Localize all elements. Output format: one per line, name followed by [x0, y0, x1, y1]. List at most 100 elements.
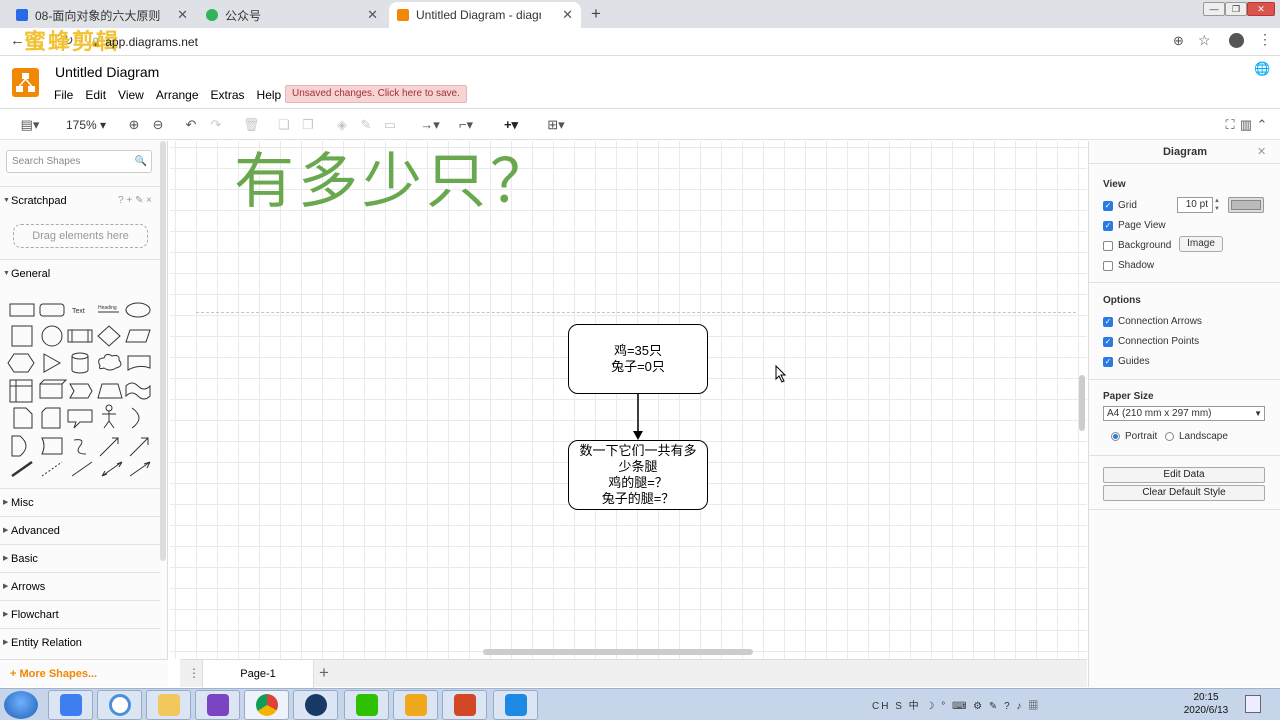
connection-style-icon[interactable]: →▾ [416, 116, 444, 134]
line-color-icon[interactable]: ✎ [358, 116, 374, 134]
close-icon[interactable]: ✕ [177, 7, 188, 23]
canvas-vertical-scrollbar[interactable] [1079, 375, 1085, 431]
taskbar-app-explorer[interactable] [146, 690, 191, 720]
zoom-in-icon[interactable]: ⊕ [126, 116, 142, 134]
general-shapes-grid[interactable]: Text Heading [6, 294, 156, 484]
taskbar-app-notebook[interactable] [393, 690, 438, 720]
flow-node-chicken-rabbit-count[interactable]: 鸡=35只 兔子=0只 [568, 324, 708, 394]
sidebar-section-entity-relation[interactable]: ▶ Entity Relation [0, 628, 160, 656]
menu-arrange[interactable]: Arrange [156, 88, 199, 102]
diagram-canvas[interactable]: 有多少只？ 鸡=35只 兔子=0只 数一下它们一共有多 少条腿 鸡的腿=？ 兔子… [170, 141, 1087, 659]
sidebar-section-advanced[interactable]: ▶ Advanced [0, 516, 160, 544]
taskbar-app-wechat[interactable] [344, 690, 389, 720]
language-globe-icon[interactable]: 🌐 [1254, 61, 1270, 77]
zoom-icon[interactable]: ⊕ [1173, 33, 1184, 49]
checkbox-unchecked-icon[interactable] [1103, 260, 1113, 271]
zoom-dropdown[interactable]: 175% ▾ [62, 116, 110, 134]
menu-file[interactable]: File [54, 88, 73, 102]
shadow-icon[interactable]: ▭ [382, 116, 398, 134]
paper-size-select[interactable]: A4 (210 mm x 297 mm) ▼ [1103, 406, 1265, 421]
connector-arrow[interactable] [630, 393, 646, 441]
checkbox-checked-icon[interactable]: ✓ [1103, 316, 1113, 327]
taskbar-app-screen-recorder[interactable] [493, 690, 538, 720]
shadow-option[interactable]: Shadow [1103, 260, 1154, 271]
taskbar-app-powerpoint[interactable] [442, 690, 487, 720]
zoom-out-icon[interactable]: ⊖ [150, 116, 166, 134]
general-section[interactable]: ▼ General [0, 259, 160, 287]
format-panel-icon[interactable]: ▥ [1239, 116, 1253, 134]
radio-unselected-icon[interactable] [1165, 432, 1174, 441]
system-tray[interactable]: CH S 中 ☽ ° ⌨ ⚙ ✎ ? ♪ ▦ [872, 697, 1040, 712]
more-menu-icon[interactable]: ⋮ [1258, 31, 1272, 48]
checkbox-checked-icon[interactable]: ✓ [1103, 356, 1113, 367]
menu-edit[interactable]: Edit [85, 88, 106, 102]
document-title[interactable]: Untitled Diagram [55, 64, 159, 80]
grid-color-picker[interactable] [1228, 197, 1264, 213]
clear-default-style-button[interactable]: Clear Default Style [1103, 485, 1265, 501]
grid-size-stepper[interactable]: ▲ ▼ [1214, 197, 1220, 213]
menu-help[interactable]: Help [257, 88, 282, 102]
edit-data-button[interactable]: Edit Data [1103, 467, 1265, 483]
browser-tab-diagrams[interactable]: Untitled Diagram - diagrams.net ✕ [389, 2, 581, 28]
taskbar-app-media[interactable] [293, 690, 338, 720]
back-arrow-icon[interactable]: ← [10, 32, 25, 49]
add-page-button[interactable]: + [319, 663, 329, 683]
page-tab-page-1[interactable]: Page-1 [202, 660, 314, 688]
url-field[interactable]: 🔒 app.diagrams.net [90, 31, 1170, 53]
close-icon[interactable]: ✕ [367, 7, 378, 23]
profile-icon[interactable] [1229, 33, 1244, 48]
fill-color-icon[interactable]: ◈ [334, 116, 350, 134]
start-button-icon[interactable] [4, 691, 38, 719]
fullscreen-icon[interactable]: ⛶ [1222, 116, 1238, 134]
scratchpad-section[interactable]: ▼ Scratchpad ? + ✎ × [0, 186, 160, 214]
search-icon[interactable]: 🔍 [135, 151, 147, 172]
grid-size-input[interactable]: 10 pt [1177, 197, 1213, 213]
flow-node-count-legs[interactable]: 数一下它们一共有多 少条腿 鸡的腿=？ 兔子的腿=？ [568, 440, 708, 510]
sidebar-section-flowchart[interactable]: ▶ Flowchart [0, 600, 160, 628]
more-shapes-button[interactable]: + More Shapes... [0, 659, 168, 687]
taskbar-clock[interactable]: 20:15 2020/6/13 [1176, 691, 1236, 717]
new-tab-button[interactable]: + [591, 4, 601, 24]
page-menu-icon[interactable]: ⋮ [188, 666, 200, 680]
sidebar-section-misc[interactable]: ▶ Misc [0, 488, 160, 516]
notification-center-icon[interactable] [1245, 695, 1261, 713]
scratchpad-drop-zone[interactable]: Drag elements here [13, 224, 148, 248]
close-icon[interactable]: ✕ [1257, 145, 1266, 158]
undo-icon[interactable]: ↶ [183, 116, 199, 134]
checkbox-checked-icon[interactable]: ✓ [1103, 200, 1113, 211]
table-icon[interactable]: ⊞▾ [542, 116, 570, 134]
taskbar-app-chrome[interactable] [244, 690, 289, 720]
menu-extras[interactable]: Extras [211, 88, 245, 102]
search-shapes-input[interactable]: Search Shapes 🔍 [6, 150, 152, 173]
landscape-option[interactable]: Landscape [1165, 431, 1228, 442]
sidebar-section-basic[interactable]: ▶ Basic [0, 544, 160, 572]
delete-icon[interactable]: 🗑 [243, 116, 260, 134]
background-option[interactable]: Background [1103, 240, 1171, 251]
radio-selected-icon[interactable] [1111, 432, 1120, 441]
unsaved-changes-notice[interactable]: Unsaved changes. Click here to save. [285, 85, 467, 103]
insert-plus-icon[interactable]: +▾ [497, 116, 525, 134]
guides-option[interactable]: ✓ Guides [1103, 356, 1150, 367]
checkbox-checked-icon[interactable]: ✓ [1103, 220, 1113, 231]
sidebar-section-arrows[interactable]: ▶ Arrows [0, 572, 160, 600]
taskbar-app-xmind[interactable] [97, 690, 142, 720]
redo-icon[interactable]: ↷ [208, 116, 224, 134]
menu-view[interactable]: View [118, 88, 144, 102]
browser-tab-wechat[interactable]: 公众号 ✕ [198, 2, 386, 28]
checkbox-unchecked-icon[interactable] [1103, 240, 1113, 251]
canvas-horizontal-scrollbar[interactable] [483, 649, 753, 655]
connection-arrows-option[interactable]: ✓ Connection Arrows [1103, 316, 1202, 327]
window-close-button[interactable]: ✕ [1247, 2, 1275, 16]
minimize-button[interactable]: — [1203, 2, 1225, 16]
page-view-option[interactable]: ✓ Page View [1103, 220, 1166, 231]
to-back-icon[interactable]: ❐ [300, 116, 316, 134]
background-image-button[interactable]: Image [1179, 236, 1223, 252]
taskbar-app-notes[interactable] [48, 690, 93, 720]
scratchpad-tools[interactable]: ? + ✎ × [118, 187, 152, 215]
shapes-scrollbar[interactable] [160, 141, 166, 561]
connection-points-option[interactable]: ✓ Connection Points [1103, 336, 1199, 347]
star-icon[interactable]: ☆ [1198, 32, 1211, 49]
grid-option[interactable]: ✓ Grid [1103, 200, 1137, 211]
restore-button[interactable]: ❐ [1225, 2, 1247, 16]
portrait-option[interactable]: Portrait [1111, 431, 1157, 442]
